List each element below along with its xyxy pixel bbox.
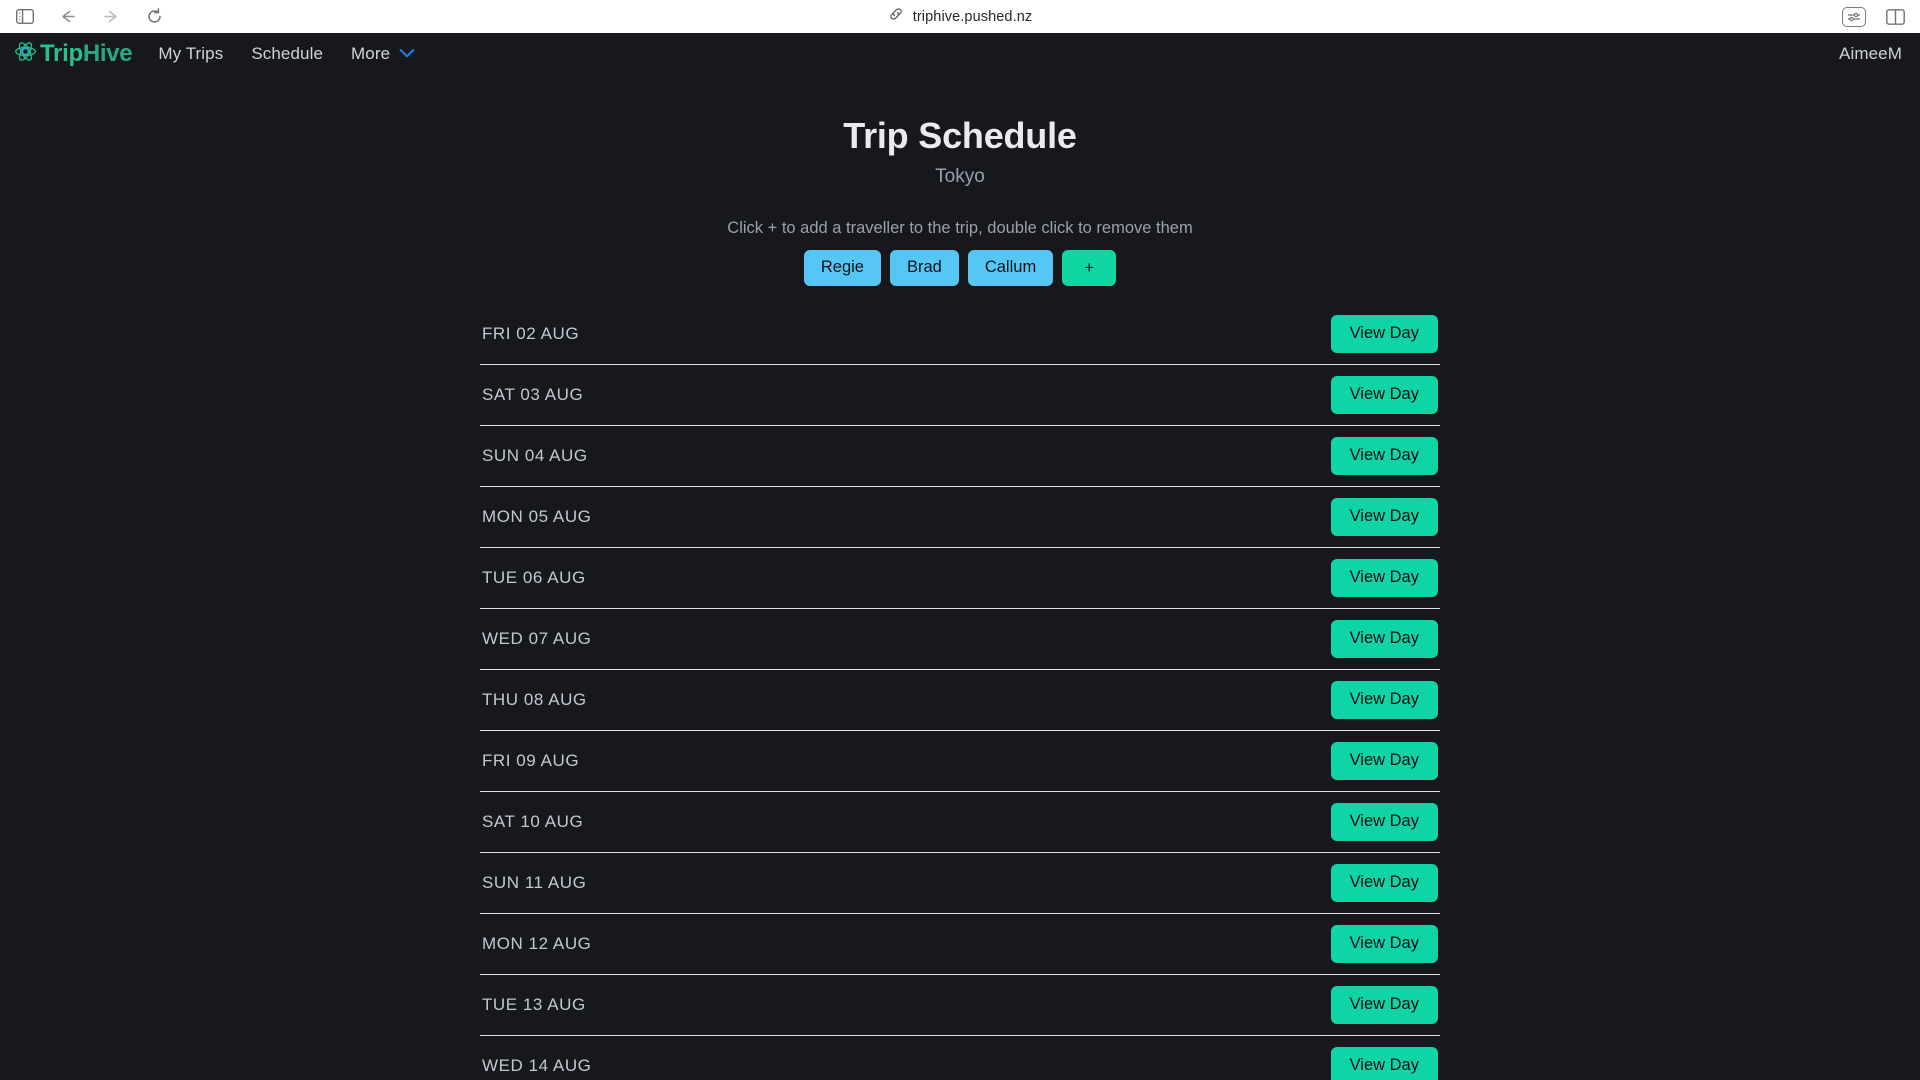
reload-icon[interactable] xyxy=(143,6,165,28)
day-date-label: SAT 03 AUG xyxy=(482,385,584,405)
day-date-label: FRI 02 AUG xyxy=(482,324,580,344)
page-title: Trip Schedule xyxy=(843,115,1077,156)
brand-logo[interactable]: TripHive xyxy=(14,40,133,68)
day-row: SUN 04 AUG View Day xyxy=(480,426,1440,488)
view-day-button[interactable]: View Day xyxy=(1330,925,1438,963)
app-window: TripHive My Trips Schedule More AimeeM T… xyxy=(0,33,1920,1080)
view-day-button[interactable]: View Day xyxy=(1330,437,1438,475)
day-row: MON 12 AUG View Day xyxy=(480,914,1440,976)
nav-item-schedule[interactable]: Schedule xyxy=(251,44,323,64)
brand-text-trip: Trip xyxy=(40,40,83,67)
reader-settings-icon[interactable] xyxy=(1842,6,1866,27)
day-list: FRI 02 AUG View Day SAT 03 AUG View Day SUN … xyxy=(480,304,1440,1080)
view-day-button[interactable]: View Day xyxy=(1330,803,1438,841)
day-date-label: TUE 13 AUG xyxy=(482,995,586,1015)
day-date-label: MON 12 AUG xyxy=(482,934,592,954)
day-row: WED 07 AUG View Day xyxy=(480,609,1440,671)
view-day-button[interactable]: View Day xyxy=(1330,498,1438,536)
page-body: Trip Schedule Tokyo Click + to add a tra… xyxy=(0,75,1920,1080)
sidebar-toggle-icon[interactable] xyxy=(14,6,36,28)
browser-nav-controls xyxy=(14,6,165,28)
nav-item-my-trips[interactable]: My Trips xyxy=(158,44,223,64)
add-traveller-button[interactable]: + xyxy=(1062,250,1117,287)
page-subtitle: Tokyo xyxy=(935,166,985,187)
day-row: SAT 10 AUG View Day xyxy=(480,792,1440,854)
day-date-label: SUN 04 AUG xyxy=(482,446,588,466)
day-row: TUE 06 AUG View Day xyxy=(480,548,1440,610)
view-day-button[interactable]: View Day xyxy=(1330,864,1438,902)
content-container: Trip Schedule Tokyo Click + to add a tra… xyxy=(480,115,1440,1080)
hive-logo-icon xyxy=(14,40,37,68)
app-navbar: TripHive My Trips Schedule More AimeeM xyxy=(0,33,1920,75)
address-bar[interactable]: triphive.pushed.nz xyxy=(0,0,1920,33)
brand-text-hive: Hive xyxy=(82,40,133,67)
view-day-button[interactable]: View Day xyxy=(1330,620,1438,658)
day-date-label: MON 05 AUG xyxy=(482,507,592,527)
day-date-label: TUE 06 AUG xyxy=(482,568,586,588)
traveller-hint: Click + to add a traveller to the trip, … xyxy=(727,219,1193,237)
day-date-label: THU 08 AUG xyxy=(482,690,587,710)
day-date-label: SUN 11 AUG xyxy=(482,873,587,893)
traveller-chip[interactable]: Brad xyxy=(889,250,959,287)
browser-right-controls xyxy=(1842,6,1906,28)
view-day-button[interactable]: View Day xyxy=(1330,559,1438,597)
day-row: FRI 02 AUG View Day xyxy=(480,304,1440,366)
back-arrow-icon[interactable] xyxy=(57,6,79,28)
view-day-button[interactable]: View Day xyxy=(1330,986,1438,1024)
day-row: TUE 13 AUG View Day xyxy=(480,975,1440,1037)
day-row: WED 14 AUG View Day xyxy=(480,1036,1440,1080)
day-date-label: SAT 10 AUG xyxy=(482,812,584,832)
forward-arrow-icon[interactable] xyxy=(100,6,122,28)
day-date-label: WED 07 AUG xyxy=(482,629,592,649)
view-day-button[interactable]: View Day xyxy=(1330,1047,1438,1080)
nav-item-more-label: More xyxy=(351,44,391,63)
view-day-button[interactable]: View Day xyxy=(1330,376,1438,414)
view-day-button[interactable]: View Day xyxy=(1330,742,1438,780)
day-row: MON 05 AUG View Day xyxy=(480,487,1440,549)
view-day-button[interactable]: View Day xyxy=(1330,315,1438,353)
day-row: THU 08 AUG View Day xyxy=(480,670,1440,732)
traveller-chip-row: Regie Brad Callum + xyxy=(480,250,1440,287)
browser-toolbar: triphive.pushed.nz xyxy=(0,0,1920,33)
user-menu[interactable]: AimeeM xyxy=(1839,44,1902,64)
view-day-button[interactable]: View Day xyxy=(1330,681,1438,719)
link-icon xyxy=(888,6,904,27)
nav-links: My Trips Schedule More xyxy=(158,44,415,64)
day-row: SAT 03 AUG View Day xyxy=(480,365,1440,427)
traveller-chip[interactable]: Callum xyxy=(967,250,1054,287)
traveller-chip[interactable]: Regie xyxy=(803,250,881,287)
brand-text: TripHive xyxy=(40,40,133,67)
day-row: SUN 11 AUG View Day xyxy=(480,853,1440,915)
nav-item-more[interactable]: More xyxy=(351,44,415,64)
chevron-down-icon xyxy=(399,45,415,63)
split-panel-icon[interactable] xyxy=(1884,6,1906,28)
day-date-label: FRI 09 AUG xyxy=(482,751,580,771)
day-date-label: WED 14 AUG xyxy=(482,1056,592,1076)
url-text[interactable]: triphive.pushed.nz xyxy=(913,9,1033,25)
day-row: FRI 09 AUG View Day xyxy=(480,731,1440,793)
